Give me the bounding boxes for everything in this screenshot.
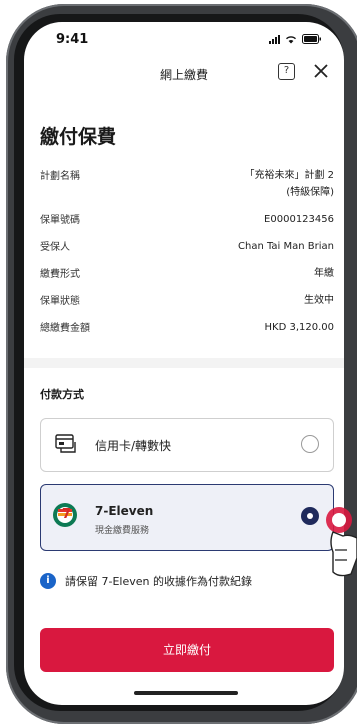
info-value: Chan Tai Man Brian: [238, 241, 334, 252]
wifi-icon: [285, 35, 297, 44]
info-value: E0000123456: [264, 214, 334, 225]
info-value: 年繳: [314, 268, 334, 279]
receipt-notice: i 請保留 7-Eleven 的收據作為付款紀錄: [40, 573, 252, 589]
info-value: HKD 3,120.00: [264, 322, 335, 333]
info-row-insured: 受保人 Chan Tai Man Brian: [40, 238, 334, 265]
radio-unselected[interactable]: [301, 435, 319, 453]
seven-eleven-label: 7-Eleven: [95, 504, 154, 518]
info-value: 「充裕未來」計劃 2 (特級保障): [244, 167, 334, 211]
info-icon: i: [40, 573, 56, 589]
info-label: 總繳費金額: [40, 323, 90, 334]
info-row-total-amount: 總繳費金額 HKD 3,120.00: [40, 319, 334, 346]
info-label: 受保人: [40, 242, 70, 253]
info-label: 計劃名稱: [40, 171, 80, 182]
tap-hand-icon: [325, 498, 357, 580]
signal-icon: [269, 34, 280, 44]
plan-tier: (特級保障): [286, 187, 334, 198]
info-label: 保單號碼: [40, 215, 80, 226]
payment-method-title: 付款方式: [40, 388, 84, 401]
seven-eleven-logo: 7: [53, 503, 77, 527]
status-icons: [269, 34, 322, 44]
info-row-policy-number: 保單號碼 E0000123456: [40, 211, 334, 238]
plan-name: 「充裕未來」計劃 2: [244, 170, 334, 181]
info-row-policy-status: 保單狀態 生效中: [40, 292, 334, 319]
app-screen: 9:41 網上繳費 ? 繳付保費 計劃名稱 「充裕未來」計劃 2 (特級保障) …: [24, 22, 344, 705]
payment-option-7-eleven[interactable]: 7 7-Eleven 現金繳費服務: [40, 484, 334, 551]
info-row-plan: 計劃名稱 「充裕未來」計劃 2 (特級保障): [40, 167, 334, 211]
header-title: 網上繳費: [159, 68, 208, 82]
policy-info-table: 計劃名稱 「充裕未來」計劃 2 (特級保障) 保單號碼 E0000123456 …: [40, 167, 334, 346]
radio-selected[interactable]: [301, 507, 319, 525]
section-divider: [24, 358, 344, 368]
status-time: 9:41: [56, 32, 89, 47]
info-row-payment-mode: 繳費形式 年繳: [40, 265, 334, 292]
payment-option-credit-card[interactable]: 信用卡/轉數快: [40, 418, 334, 472]
credit-card-label: 信用卡/轉數快: [95, 439, 172, 453]
home-indicator: [134, 691, 238, 695]
info-label: 繳費形式: [40, 269, 80, 280]
help-icon[interactable]: ?: [278, 63, 295, 80]
pay-now-button[interactable]: 立即繳付: [40, 628, 334, 672]
battery-icon: [302, 34, 322, 44]
info-value: 生效中: [304, 295, 334, 306]
seven-eleven-sublabel: 現金繳費服務: [95, 526, 150, 536]
notice-text: 請保留 7-Eleven 的收據作為付款紀錄: [65, 575, 252, 588]
close-icon[interactable]: [312, 62, 330, 80]
info-label: 保單狀態: [40, 296, 80, 307]
page-title: 繳付保費: [40, 126, 117, 148]
card-terminal-icon: [55, 434, 77, 454]
